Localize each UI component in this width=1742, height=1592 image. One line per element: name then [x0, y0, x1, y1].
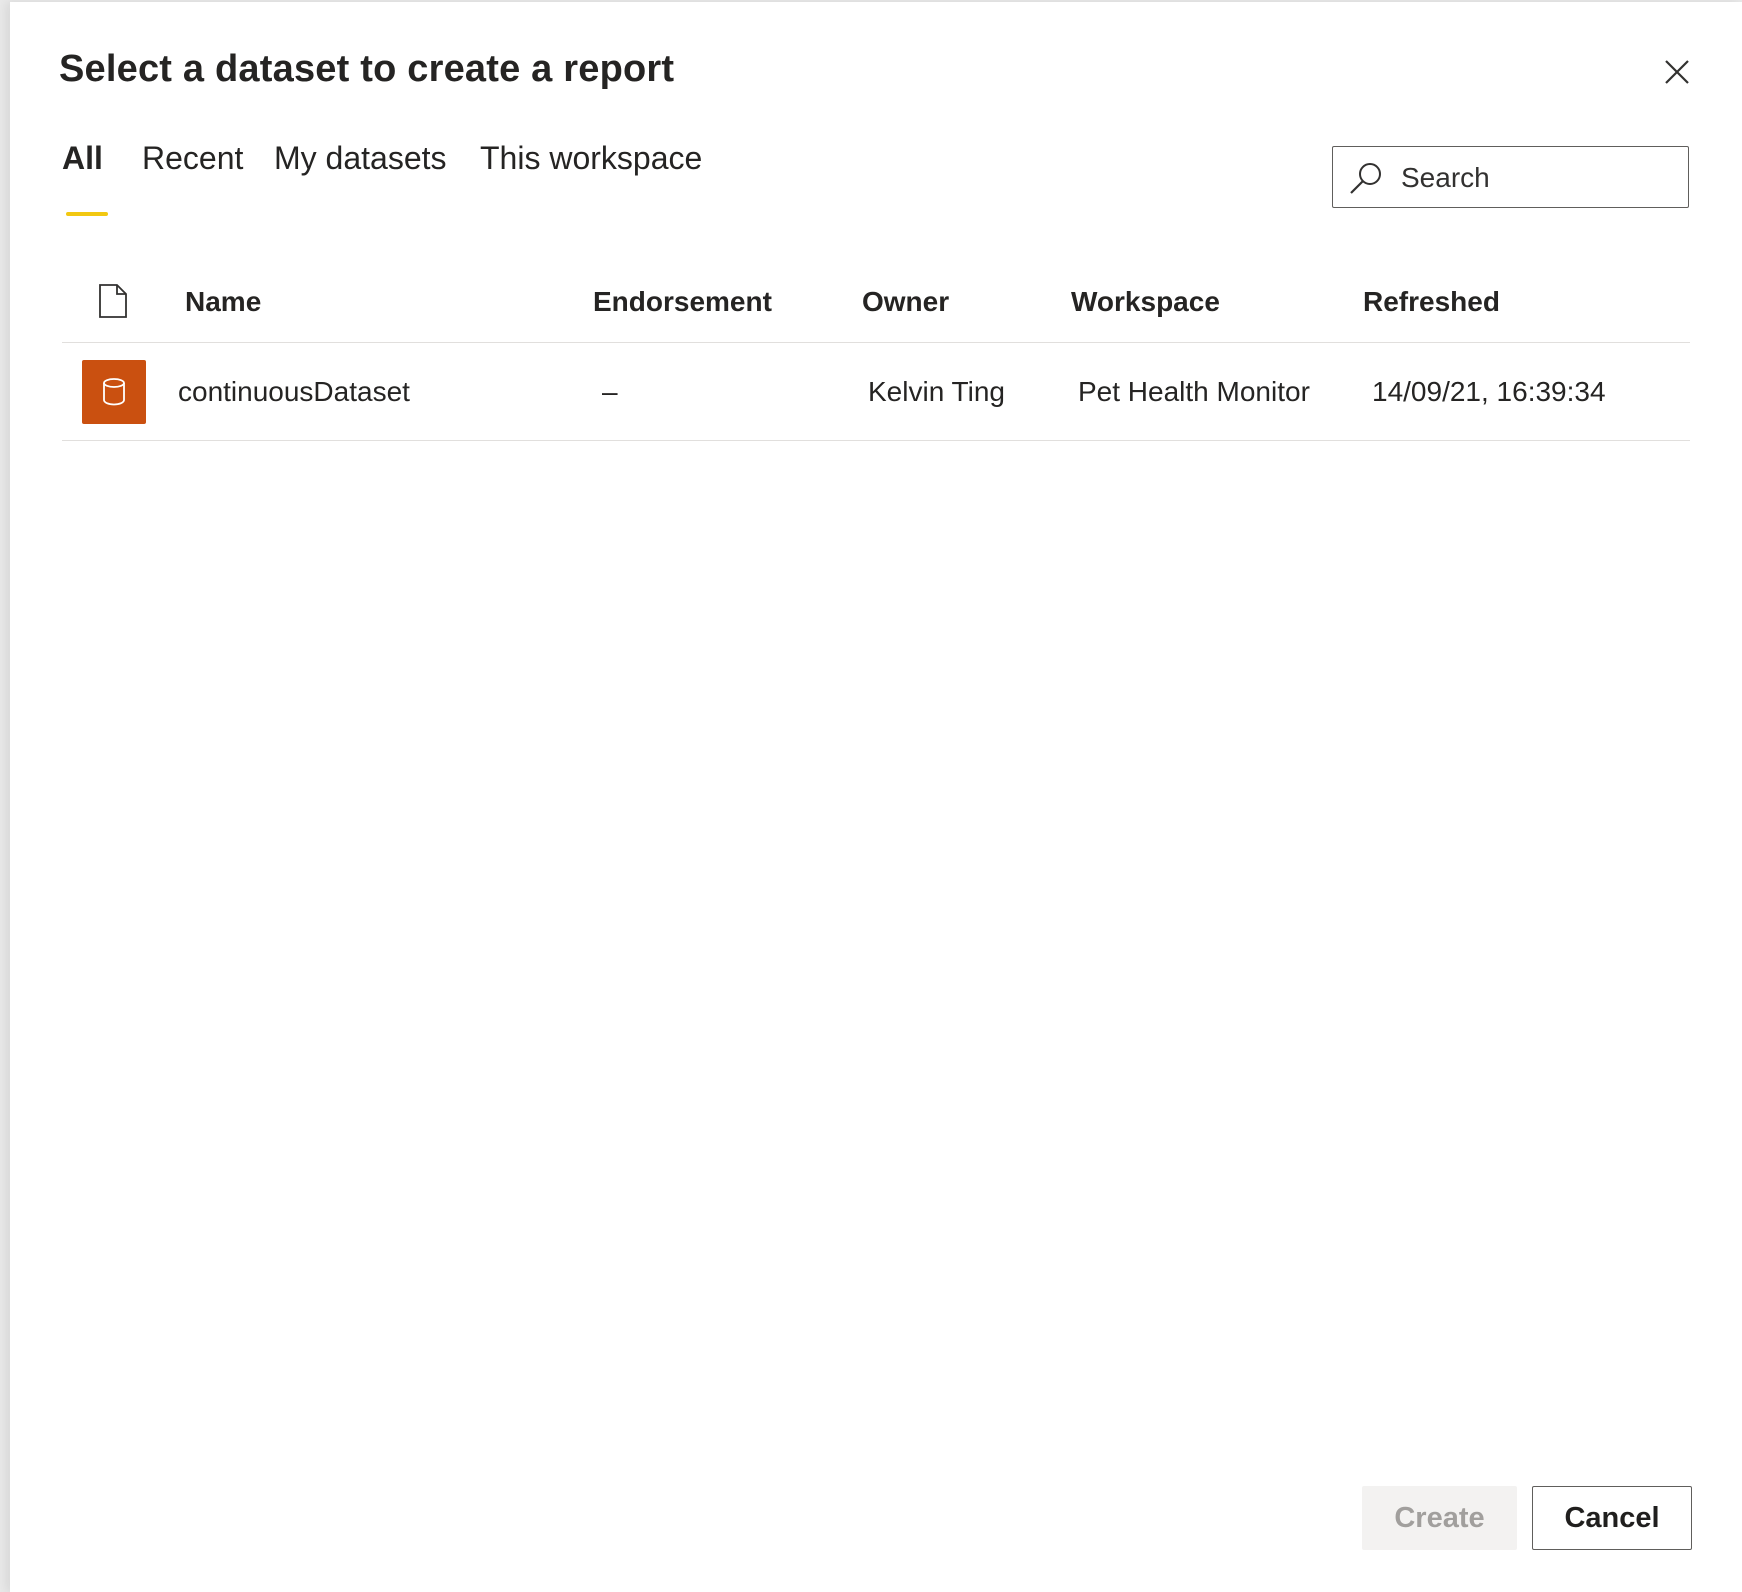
- tab-all[interactable]: All: [62, 140, 103, 177]
- create-report-dialog: Select a dataset to create a report All …: [10, 2, 1742, 1592]
- cancel-button[interactable]: Cancel: [1532, 1486, 1692, 1550]
- column-header-endorsement[interactable]: Endorsement: [593, 286, 772, 318]
- column-header-name[interactable]: Name: [185, 286, 261, 318]
- search-box[interactable]: [1332, 146, 1689, 208]
- table-header: Name Endorsement Owner Workspace Refresh…: [62, 270, 1690, 343]
- database-icon: [103, 378, 125, 406]
- dataset-endorsement: –: [602, 376, 618, 407]
- dataset-workspace: Pet Health Monitor: [1078, 376, 1310, 407]
- tab-recent[interactable]: Recent: [142, 140, 243, 177]
- column-header-owner[interactable]: Owner: [862, 286, 949, 318]
- dialog-title: Select a dataset to create a report: [59, 48, 675, 90]
- tab-this-workspace[interactable]: This workspace: [480, 140, 702, 177]
- search-input[interactable]: [1399, 155, 1683, 201]
- close-button[interactable]: [1657, 52, 1697, 92]
- table-row[interactable]: continuousDataset – Kelvin Ting Pet Heal…: [62, 344, 1690, 441]
- dataset-owner: Kelvin Ting: [868, 376, 1005, 407]
- create-button[interactable]: Create: [1362, 1486, 1517, 1550]
- close-icon[interactable]: [1657, 52, 1697, 92]
- search-icon: [1350, 163, 1381, 194]
- dataset-name[interactable]: continuousDataset: [178, 376, 410, 408]
- active-tab-indicator: [66, 212, 108, 216]
- dataset-refreshed: 14/09/21, 16:39:34: [1372, 376, 1606, 407]
- dataset-icon: [82, 360, 146, 424]
- tab-my-datasets[interactable]: My datasets: [274, 140, 447, 177]
- column-header-workspace[interactable]: Workspace: [1071, 286, 1220, 318]
- file-type-icon: [99, 284, 127, 318]
- column-header-refreshed[interactable]: Refreshed: [1363, 286, 1500, 318]
